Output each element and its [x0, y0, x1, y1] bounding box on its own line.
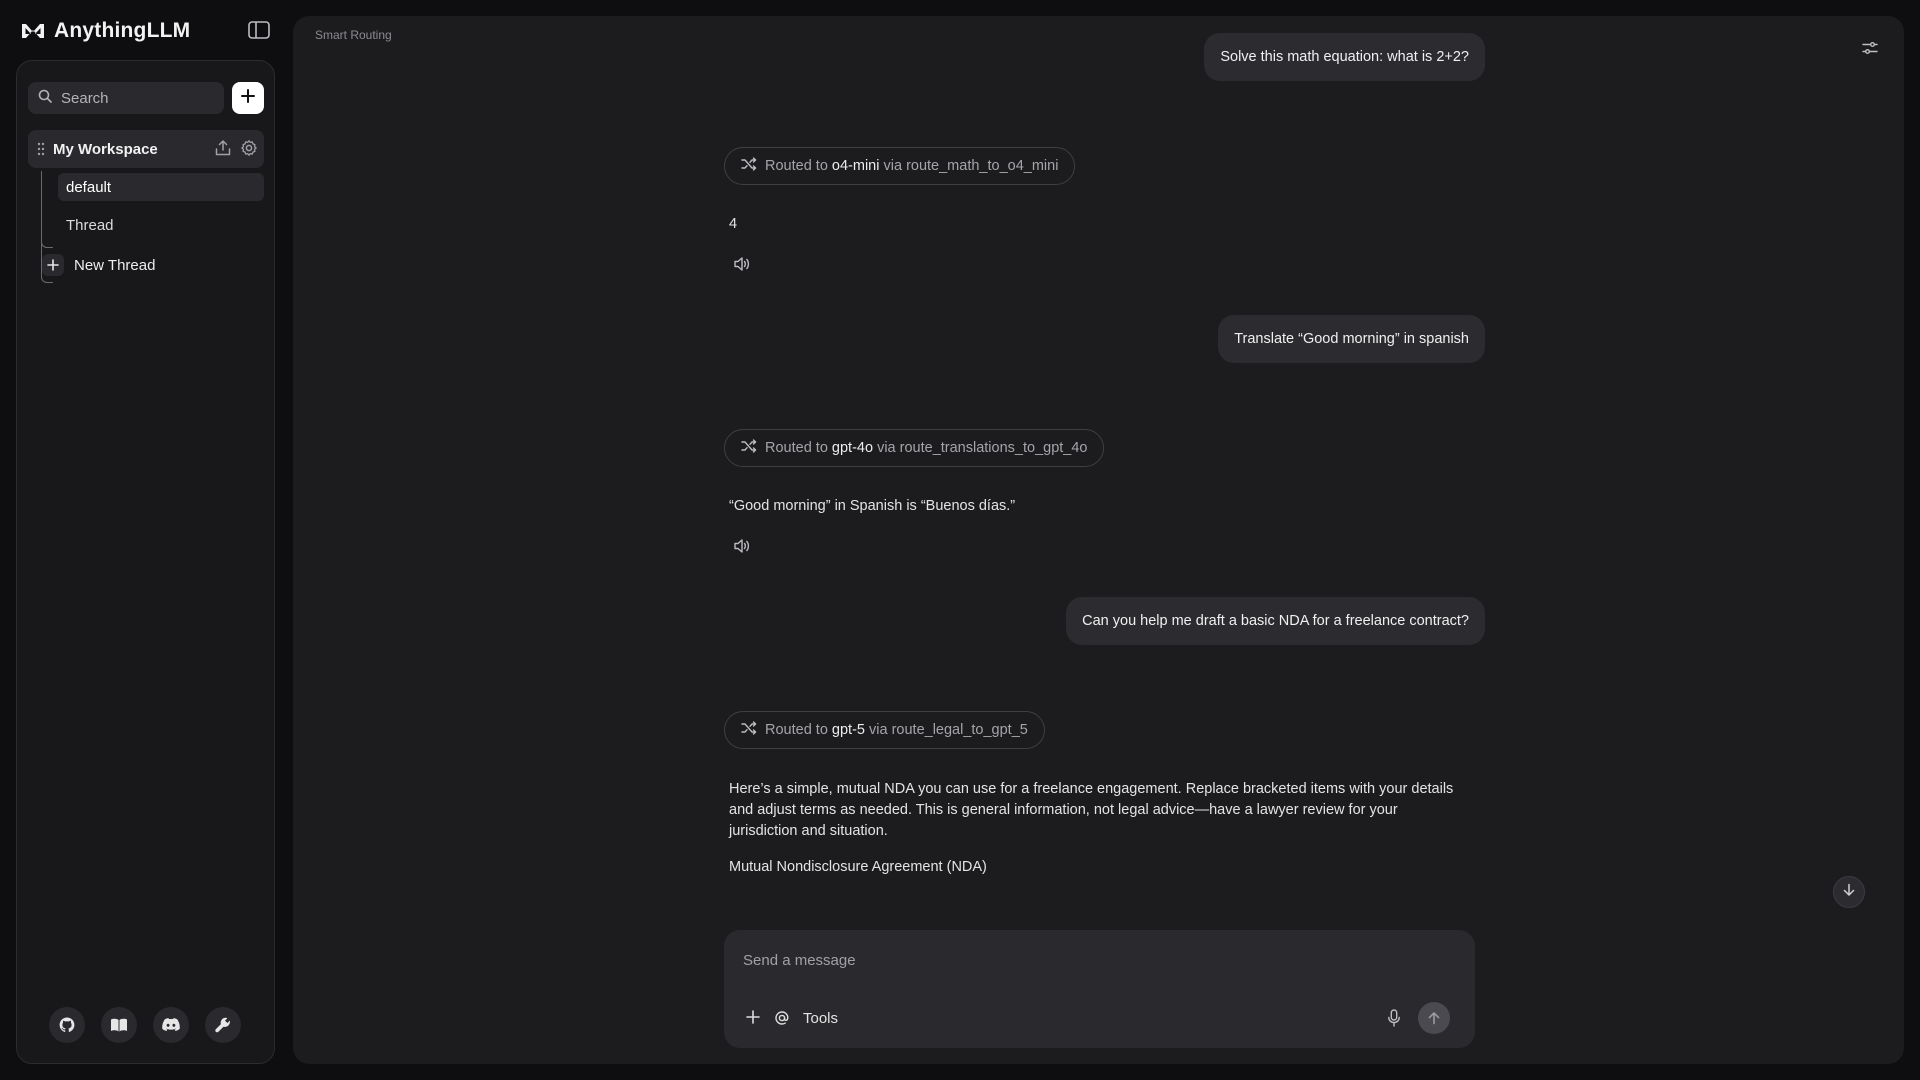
sidebar-toggle-icon[interactable]	[247, 18, 271, 42]
chat-panel: Smart Routing Solve this math equation: …	[293, 16, 1904, 1064]
docs-book-icon[interactable]	[101, 1007, 137, 1043]
assistant-message: 4	[729, 216, 738, 232]
search-field[interactable]	[28, 82, 224, 114]
discord-icon[interactable]	[153, 1007, 189, 1043]
workspace-name: My Workspace	[53, 140, 158, 158]
assistant-message: “Good morning” in Spanish is “Buenos día…	[729, 498, 1016, 514]
new-thread-button[interactable]: New Thread	[42, 253, 155, 277]
attach-plus-icon[interactable]	[746, 1010, 760, 1024]
speaker-icon[interactable]	[732, 536, 752, 556]
gear-icon[interactable]	[240, 139, 258, 157]
user-message: Solve this math equation: what is 2+2?	[1204, 33, 1485, 81]
arrow-up-icon	[1427, 1011, 1441, 1025]
tools-button[interactable]: Tools	[803, 1010, 838, 1027]
add-workspace-button[interactable]	[232, 82, 264, 114]
assistant-paragraph: Mutual Nondisclosure Agreement (NDA)	[729, 859, 987, 875]
routing-badge: Routed to gpt-5 via route_legal_to_gpt_5	[724, 711, 1045, 749]
app-name: AnythingLLM	[54, 19, 191, 42]
thread-item-thread[interactable]: Thread	[58, 211, 264, 239]
workspace-item[interactable]: My Workspace	[28, 130, 264, 168]
assistant-message: Here’s a simple, mutual NDA you can use …	[729, 779, 1459, 878]
shuffle-icon	[741, 157, 757, 175]
assistant-paragraph: Here’s a simple, mutual NDA you can use …	[729, 781, 1454, 839]
at-mention-icon[interactable]	[774, 1010, 790, 1026]
user-message: Can you help me draft a basic NDA for a …	[1066, 597, 1485, 645]
shuffle-icon	[741, 439, 757, 457]
scroll-to-bottom-button[interactable]	[1833, 876, 1865, 908]
wrench-icon[interactable]	[205, 1007, 241, 1043]
chat-settings-sliders-icon[interactable]	[1860, 38, 1880, 58]
user-message: Translate “Good morning” in spanish	[1218, 315, 1485, 363]
app-logo: AnythingLLM	[20, 18, 190, 44]
search-input[interactable]	[61, 89, 211, 107]
send-button[interactable]	[1418, 1002, 1450, 1034]
plus-icon	[241, 88, 255, 108]
upload-icon[interactable]	[214, 139, 232, 157]
github-icon[interactable]	[49, 1007, 85, 1043]
plus-icon	[42, 254, 64, 276]
new-thread-label: New Thread	[74, 256, 156, 274]
anythingllm-logo-icon	[20, 21, 46, 41]
routed-model-name: o4-mini	[831, 158, 880, 174]
microphone-icon[interactable]	[1387, 1009, 1401, 1027]
thread-item-default[interactable]: default	[58, 173, 264, 201]
message-composer: Tools	[724, 930, 1475, 1048]
message-input[interactable]	[743, 946, 1443, 974]
search-icon	[38, 89, 52, 108]
speaker-icon[interactable]	[732, 254, 752, 274]
routed-model-name: gpt-5	[831, 722, 865, 738]
routing-badge: Routed to o4-mini via route_math_to_o4_m…	[724, 147, 1076, 185]
drag-handle-icon[interactable]	[37, 142, 45, 156]
routed-model-name: gpt-4o	[831, 440, 874, 456]
arrow-down-icon	[1842, 883, 1856, 902]
sidebar: My Workspace default Thread New Thread	[16, 60, 275, 1064]
routing-badge: Routed to gpt-4o via route_translations_…	[724, 429, 1105, 467]
shuffle-icon	[741, 721, 757, 739]
page-title: Smart Routing	[315, 28, 392, 42]
